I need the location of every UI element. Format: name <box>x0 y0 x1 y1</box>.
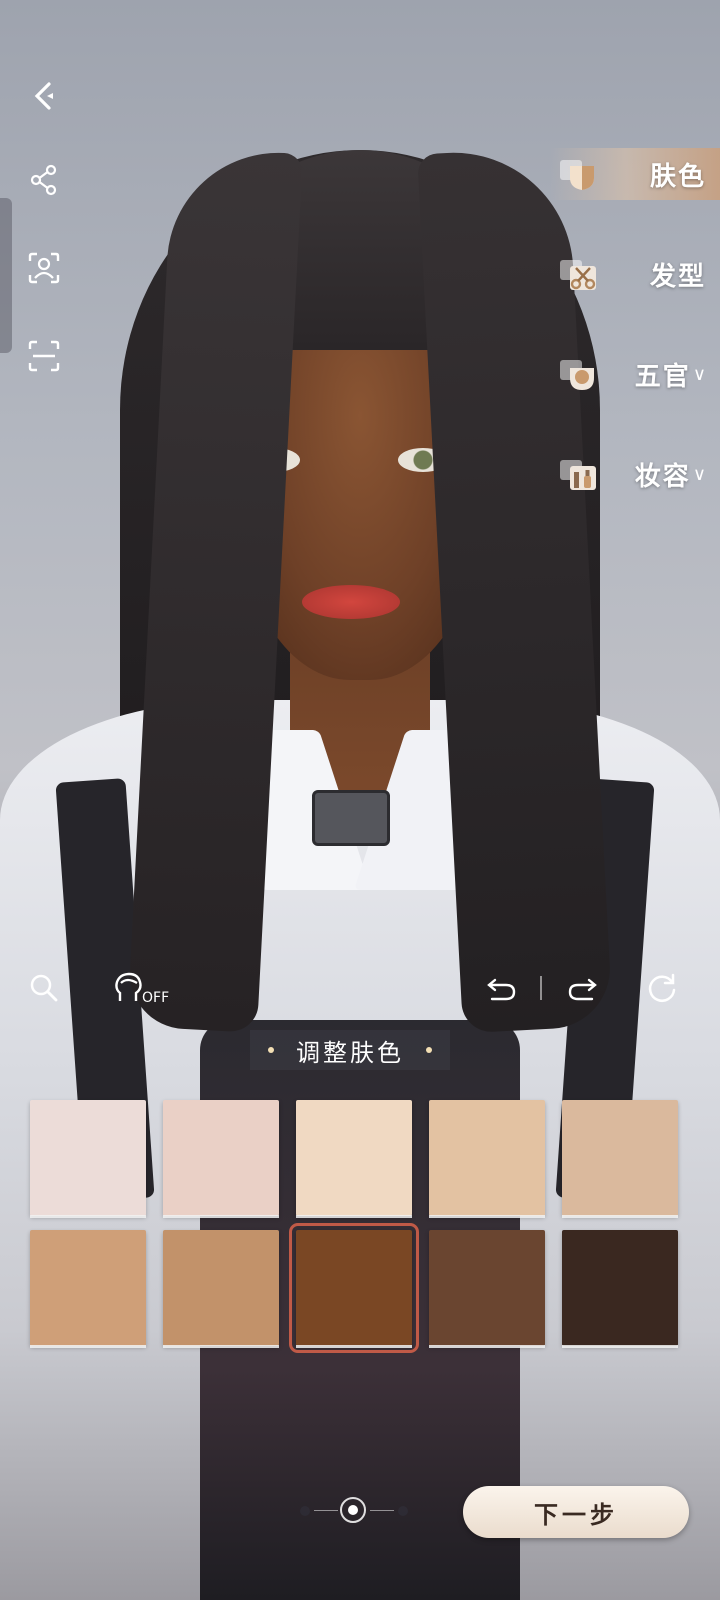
scan-frame-icon <box>28 340 60 372</box>
category-hair-label: 发型 <box>649 261 706 292</box>
section-title-text: 调整肤色 <box>296 1038 404 1067</box>
page-dot[interactable] <box>300 1506 310 1516</box>
page-dot[interactable] <box>398 1506 408 1516</box>
skin-swatch[interactable] <box>30 1230 146 1348</box>
reset-icon <box>648 973 676 1002</box>
skin-swatch-selected[interactable] <box>289 1223 419 1353</box>
next-step-button[interactable]: 下一步 <box>463 1486 689 1538</box>
capture-button[interactable] <box>24 336 64 376</box>
category-features-label: 五官 <box>634 361 691 392</box>
face-scan-button[interactable] <box>24 248 64 288</box>
character-lips <box>302 585 400 619</box>
search-button[interactable] <box>28 968 60 1008</box>
title-ornament-dot <box>426 1047 432 1053</box>
share-icon <box>30 164 57 196</box>
category-skin-label: 肤色 <box>649 161 706 192</box>
skin-swatch[interactable] <box>163 1100 279 1218</box>
toolbar-divider <box>540 976 542 1000</box>
chevron-down-icon: ∨ <box>692 363 706 385</box>
title-ornament-dot <box>268 1047 274 1053</box>
page-dot-active[interactable] <box>340 1497 366 1523</box>
skin-tone-icon <box>560 160 594 190</box>
scissors-icon <box>560 260 596 290</box>
category-makeup-label: 妆容 <box>634 461 691 492</box>
redo-button[interactable] <box>566 968 598 1008</box>
hair-visibility-toggle[interactable] <box>112 968 146 1008</box>
share-button[interactable] <box>24 160 64 200</box>
section-title: 调整肤色 <box>250 1030 450 1070</box>
skin-swatch[interactable] <box>429 1230 545 1348</box>
category-makeup[interactable]: 妆容 ∨ <box>550 448 720 500</box>
back-button[interactable] <box>24 76 64 116</box>
undo-button[interactable] <box>486 968 518 1008</box>
category-features[interactable]: 五官 ∨ <box>550 348 720 400</box>
category-skin[interactable]: 肤色 <box>550 148 720 200</box>
page-indicator <box>298 1496 410 1526</box>
undo-icon <box>487 978 516 1001</box>
chevron-down-icon: ∨ <box>692 463 706 485</box>
page-connector <box>370 1510 394 1511</box>
skin-swatch[interactable] <box>562 1100 678 1218</box>
hair-toggle-state: OFF <box>142 990 170 1006</box>
redo-icon <box>568 978 597 1001</box>
skin-swatch[interactable] <box>296 1100 412 1218</box>
skin-swatch[interactable] <box>163 1230 279 1348</box>
side-panel-handle[interactable] <box>0 198 12 353</box>
face-features-icon <box>560 360 594 390</box>
face-scan-icon <box>28 252 60 284</box>
skin-swatch[interactable] <box>562 1230 678 1348</box>
collar-buckle <box>312 790 390 846</box>
category-menu: 肤色 发型 五官 ∨ 妆容 ∨ <box>550 148 720 548</box>
skin-swatch[interactable] <box>30 1100 146 1218</box>
reset-button[interactable] <box>646 968 678 1008</box>
skin-swatch[interactable] <box>429 1100 545 1218</box>
search-icon <box>30 974 58 1002</box>
makeup-icon <box>560 460 596 490</box>
hair-head-icon <box>115 972 142 1001</box>
page-connector <box>314 1510 338 1511</box>
back-arrow-icon <box>34 82 53 110</box>
category-hair[interactable]: 发型 <box>550 248 720 300</box>
